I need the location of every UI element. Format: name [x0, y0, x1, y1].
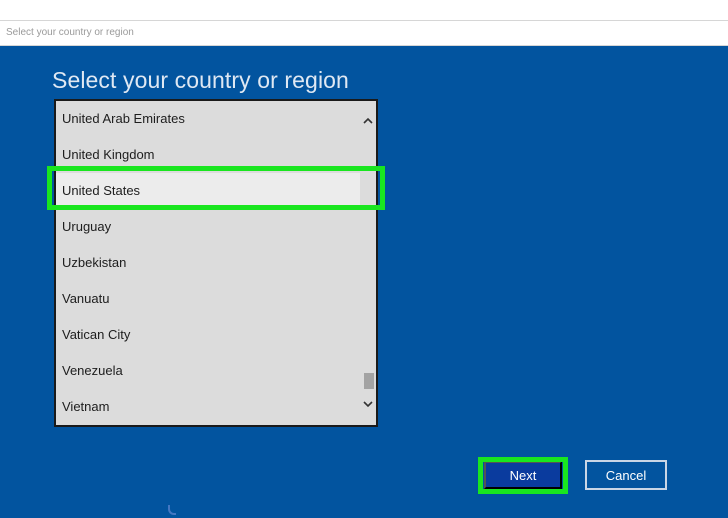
chevron-up-icon[interactable] [362, 113, 374, 127]
country-option[interactable]: United Arab Emirates [56, 101, 360, 137]
chevron-down-icon[interactable] [362, 397, 374, 411]
country-option-label: United Kingdom [62, 147, 155, 162]
country-option-label: Vanuatu [62, 291, 110, 306]
selection-highlight-box [47, 166, 385, 210]
country-option-label: Venezuela [62, 363, 123, 378]
country-option[interactable]: Vatican City [56, 317, 360, 353]
country-option-label: Uzbekistan [62, 255, 127, 270]
country-option[interactable]: Vietnam [56, 389, 360, 425]
next-button-highlight-box [478, 457, 568, 494]
country-option-label: Uruguay [62, 219, 112, 234]
country-option[interactable]: Venezuela [56, 353, 360, 389]
country-option[interactable]: Vanuatu [56, 281, 360, 317]
country-option-label: Vatican City [62, 327, 131, 342]
list-scrollbar[interactable] [360, 101, 376, 425]
country-option-label: Vietnam [62, 399, 110, 414]
country-option[interactable]: Uruguay [56, 209, 360, 245]
window-titlebar: Select your country or region [0, 20, 728, 46]
scrollbar-thumb[interactable] [364, 373, 374, 389]
country-listbox[interactable]: United Arab Emirates United Kingdom Unit… [54, 99, 378, 427]
page-title: Select your country or region [52, 67, 349, 93]
country-option-label: United Arab Emirates [62, 111, 185, 126]
cancel-button[interactable]: Cancel [585, 460, 667, 490]
window-title: Select your country or region [6, 27, 134, 38]
setup-panel: Select your country or region United Ara… [0, 46, 728, 518]
country-option[interactable]: Uzbekistan [56, 245, 360, 281]
decorative-mark [168, 505, 176, 515]
